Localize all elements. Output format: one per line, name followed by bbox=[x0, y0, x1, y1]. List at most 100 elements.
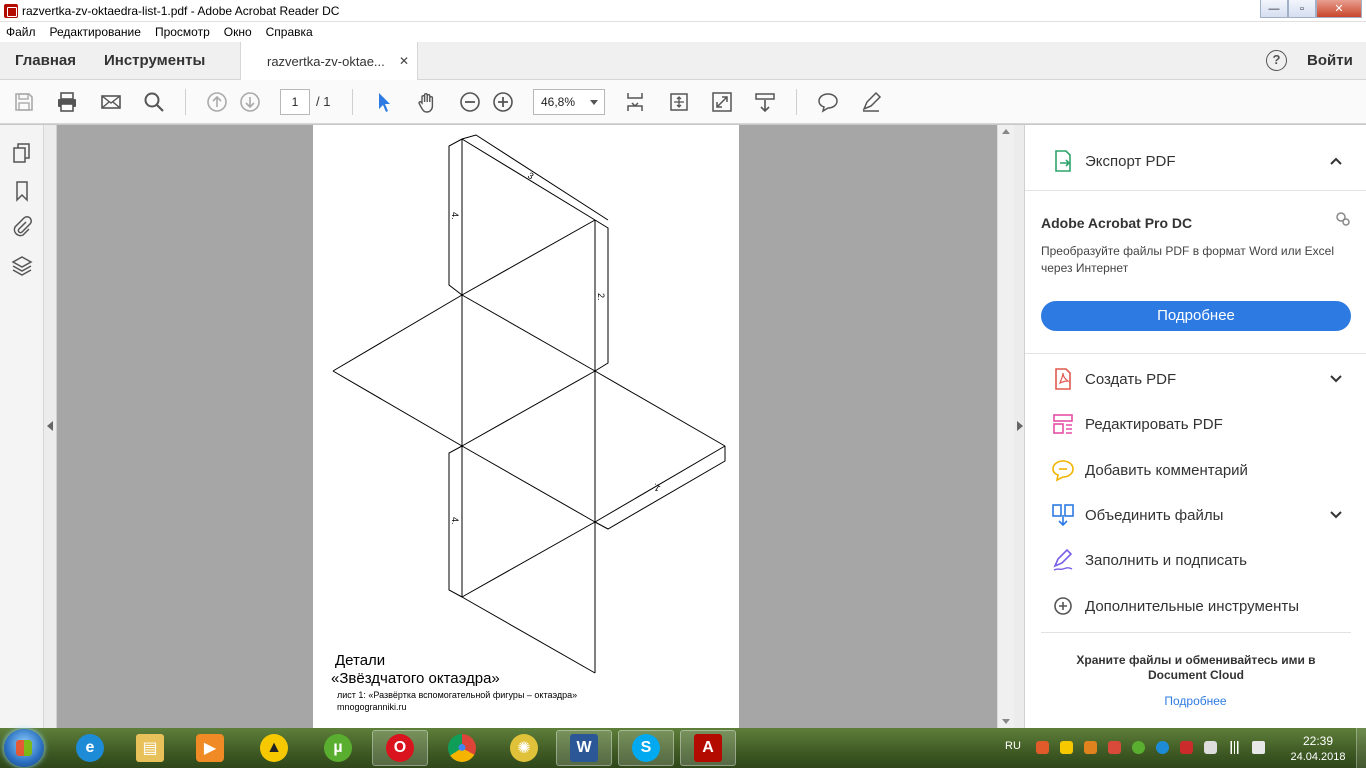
archicad-icon: ▲ bbox=[260, 734, 288, 762]
tab-home[interactable]: Главная bbox=[15, 42, 76, 80]
internet-explorer-icon: e bbox=[76, 734, 104, 762]
taskbar-app-file-explorer[interactable]: ▤ bbox=[122, 730, 178, 766]
tray-tools-icon[interactable] bbox=[1084, 741, 1097, 754]
acrobat-app-icon bbox=[4, 3, 18, 18]
next-page-icon[interactable] bbox=[238, 90, 262, 114]
menu-edit[interactable]: Редактирование bbox=[50, 25, 141, 39]
tray-archicad-icon[interactable] bbox=[1060, 741, 1073, 754]
clock-time[interactable]: 22:39 bbox=[1298, 734, 1338, 748]
opera-icon: O bbox=[386, 734, 414, 762]
hand-tool-icon[interactable] bbox=[415, 90, 439, 114]
fit-page-icon[interactable] bbox=[623, 90, 647, 114]
tool-create-pdf[interactable]: Создать PDF bbox=[1025, 359, 1366, 399]
tool-combine-files[interactable]: Объединить файлы bbox=[1025, 495, 1366, 535]
start-button[interactable] bbox=[4, 729, 44, 767]
taskbar-app-chrome[interactable]: ● bbox=[434, 730, 490, 766]
print-icon[interactable] bbox=[55, 90, 79, 114]
tool-add-comment[interactable]: Добавить комментарий bbox=[1025, 450, 1366, 490]
toolbar-divider bbox=[352, 89, 353, 115]
save-icon[interactable] bbox=[12, 90, 36, 114]
collapse-left-panel-button[interactable] bbox=[44, 125, 57, 728]
collapse-right-panel-button[interactable] bbox=[1014, 125, 1025, 728]
taskbar-app-media-player[interactable]: ▶ bbox=[182, 730, 238, 766]
taskbar-app-lemon[interactable]: ✺ bbox=[496, 730, 552, 766]
settings-icon[interactable] bbox=[1335, 211, 1351, 227]
tray-device-icon[interactable] bbox=[1204, 741, 1217, 754]
skype-icon: S bbox=[632, 734, 660, 762]
select-cursor-icon[interactable] bbox=[372, 90, 396, 114]
previous-page-icon[interactable] bbox=[205, 90, 229, 114]
pages-thumbnail-icon[interactable] bbox=[10, 141, 34, 165]
toolbar-divider bbox=[796, 89, 797, 115]
show-desktop-button[interactable] bbox=[1356, 728, 1366, 768]
file-explorer-icon: ▤ bbox=[136, 734, 164, 762]
learn-more-button[interactable]: Подробнее bbox=[1041, 301, 1351, 331]
taskbar-app-opera[interactable]: O bbox=[372, 730, 428, 766]
attachment-icon[interactable] bbox=[10, 215, 34, 239]
tray-teamviewer-icon[interactable] bbox=[1156, 741, 1169, 754]
tool-fill-sign[interactable]: Заполнить и подписать bbox=[1025, 540, 1366, 580]
scroll-mode-icon[interactable] bbox=[667, 90, 691, 114]
vertical-scrollbar[interactable] bbox=[997, 125, 1014, 728]
export-pdf-header[interactable]: Экспорт PDF bbox=[1025, 125, 1366, 191]
tray-utorrent-icon[interactable] bbox=[1132, 741, 1145, 754]
menu-window[interactable]: Окно bbox=[224, 25, 252, 39]
bookmark-icon[interactable] bbox=[10, 179, 34, 203]
signal-strength-icon[interactable] bbox=[1228, 741, 1241, 754]
email-icon[interactable] bbox=[99, 90, 123, 114]
zoom-out-icon[interactable] bbox=[458, 90, 482, 114]
promo-title: Adobe Acrobat Pro DC bbox=[1041, 215, 1193, 231]
page-number-input[interactable]: 1 bbox=[280, 89, 310, 115]
zoom-in-icon[interactable] bbox=[491, 90, 515, 114]
chevron-down-icon[interactable] bbox=[1328, 507, 1344, 523]
sign-in-button[interactable]: Войти bbox=[1307, 42, 1353, 80]
tool-edit-pdf[interactable]: Редактировать PDF bbox=[1025, 404, 1366, 444]
tool-more-tools[interactable]: Дополнительные инструменты bbox=[1025, 586, 1366, 626]
export-pdf-row[interactable]: Экспорт PDF bbox=[1025, 141, 1366, 181]
create-pdf-icon bbox=[1055, 368, 1071, 390]
maximize-button[interactable]: ▫ bbox=[1288, 0, 1316, 18]
edge-label-4-lower: 4. bbox=[450, 517, 460, 525]
taskbar-app-skype[interactable]: S bbox=[618, 730, 674, 766]
taskbar-app-internet-explorer[interactable]: e bbox=[62, 730, 118, 766]
document-viewport[interactable]: 3 4. 2. 1. 4. Детали «Звёздчатого октаэд… bbox=[57, 125, 997, 728]
tab-document[interactable]: razvertka-zv-oktae... ✕ bbox=[240, 42, 418, 81]
menu-file[interactable]: Файл bbox=[6, 25, 36, 39]
scroll-up-icon[interactable] bbox=[1002, 129, 1010, 134]
tray-app-icon[interactable] bbox=[1036, 741, 1049, 754]
tray-antivirus-icon[interactable] bbox=[1108, 741, 1121, 754]
taskbar-app-archicad[interactable]: ▲ bbox=[246, 730, 302, 766]
close-window-button[interactable]: ✕ bbox=[1316, 0, 1362, 18]
combine-files-icon bbox=[1052, 504, 1074, 527]
menu-help[interactable]: Справка bbox=[266, 25, 313, 39]
chrome-icon: ● bbox=[448, 734, 476, 762]
divider bbox=[1025, 353, 1366, 354]
taskbar-app-word[interactable]: W bbox=[556, 730, 612, 766]
search-icon[interactable] bbox=[142, 90, 166, 114]
full-screen-icon[interactable] bbox=[710, 90, 734, 114]
comment-icon[interactable] bbox=[816, 90, 840, 114]
scroll-down-icon[interactable] bbox=[1002, 719, 1010, 724]
document-cloud-link[interactable]: Подробнее bbox=[1025, 694, 1366, 708]
download-icon[interactable] bbox=[753, 90, 777, 114]
comment-icon bbox=[1052, 460, 1074, 482]
help-icon[interactable]: ? bbox=[1266, 50, 1287, 71]
window-title: razvertka-zv-oktaedra-list-1.pdf - Adobe… bbox=[22, 3, 340, 18]
tool-label: Дополнительные инструменты bbox=[1085, 597, 1300, 615]
chevron-up-icon[interactable] bbox=[1328, 153, 1344, 169]
highlight-pen-icon[interactable] bbox=[859, 90, 883, 114]
tab-tools[interactable]: Инструменты bbox=[104, 42, 205, 80]
language-indicator[interactable]: RU bbox=[1005, 740, 1021, 752]
minimize-button[interactable]: — bbox=[1260, 0, 1288, 18]
clock-date[interactable]: 24.04.2018 bbox=[1286, 751, 1350, 763]
chevron-down-icon[interactable] bbox=[1328, 371, 1344, 387]
layers-icon[interactable] bbox=[10, 253, 34, 277]
close-tab-icon[interactable]: ✕ bbox=[399, 54, 409, 68]
zoom-select[interactable]: 46,8% bbox=[533, 89, 605, 115]
taskbar-app-utorrent[interactable]: µ bbox=[310, 730, 366, 766]
caption-title: «Звёздчатого октаэдра» bbox=[331, 670, 500, 687]
volume-icon[interactable] bbox=[1252, 741, 1265, 754]
menu-view[interactable]: Просмотр bbox=[155, 25, 210, 39]
taskbar-app-acrobat[interactable]: A bbox=[680, 730, 736, 766]
tray-network-warning-icon[interactable] bbox=[1180, 741, 1193, 754]
